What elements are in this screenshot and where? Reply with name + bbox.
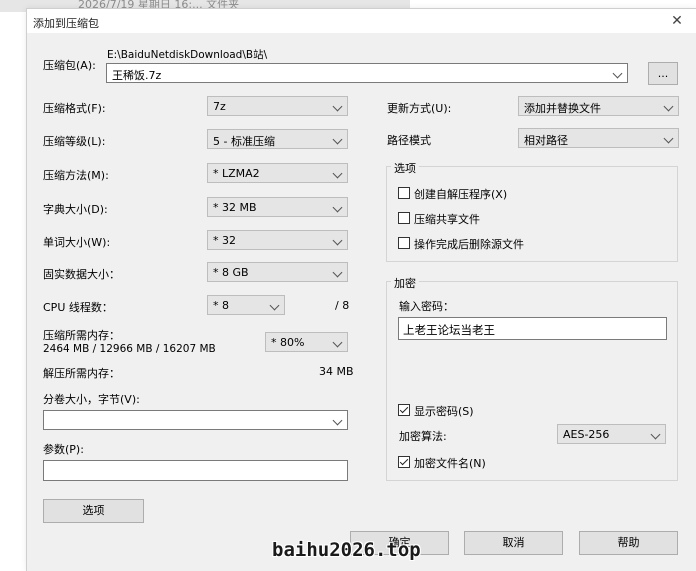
encrypt-names-checkbox-row[interactable]: 加密文件名(N) (398, 454, 598, 470)
word-label: 单词大小(W): (43, 236, 111, 249)
chevron-down-icon (332, 202, 343, 213)
mem-compress-label: 压缩所需内存： (43, 329, 120, 342)
chevron-down-icon (332, 337, 343, 348)
dict-label: 字典大小(D): (43, 203, 108, 216)
chevron-down-icon (612, 68, 623, 79)
delete-source-checkbox[interactable] (398, 237, 410, 249)
show-password-checkbox-row[interactable]: 显示密码(S) (398, 402, 598, 418)
threads-label: CPU 线程数： (43, 301, 113, 314)
dict-value: * 32 MB (213, 201, 257, 214)
solid-value: * 8 GB (213, 266, 249, 279)
chevron-down-icon (663, 101, 674, 112)
params-input[interactable] (43, 460, 348, 481)
archive-name-value: 王稀饭.7z (112, 69, 162, 82)
word-value: * 32 (213, 234, 236, 247)
level-select[interactable]: 5 - 标准压缩 (207, 129, 348, 149)
encryption-method-label: 加密算法: (399, 430, 447, 443)
encryption-group-title: 加密 (391, 275, 419, 291)
chevron-down-icon (332, 235, 343, 246)
update-value: 添加并替换文件 (524, 102, 601, 115)
solid-select[interactable]: * 8 GB (207, 262, 348, 282)
archive-label: 压缩包(A): (43, 59, 96, 72)
path-mode-select[interactable]: 相对路径 (518, 128, 679, 148)
mem-decompress-label: 解压所需内存： (43, 367, 120, 380)
watermark-text: baihu2026.top (272, 539, 421, 561)
update-label: 更新方式(U): (387, 102, 452, 115)
mem-compress-select[interactable]: * 80% (265, 332, 348, 352)
params-label: 参数(P): (43, 443, 84, 456)
path-mode-value: 相对路径 (524, 134, 568, 147)
delete-source-checkbox-row[interactable]: 操作完成后删除源文件 (398, 235, 638, 251)
chevron-down-icon (332, 101, 343, 112)
update-select[interactable]: 添加并替换文件 (518, 96, 679, 116)
dict-select[interactable]: * 32 MB (207, 197, 348, 217)
browse-button[interactable]: ... (648, 62, 678, 85)
cancel-button[interactable]: 取消 (464, 531, 563, 555)
encrypt-names-label: 加密文件名(N) (414, 457, 486, 470)
solid-label: 固实数据大小： (43, 268, 120, 281)
method-label: 压缩方法(M): (43, 169, 109, 182)
word-select[interactable]: * 32 (207, 230, 348, 250)
volume-combobox[interactable] (43, 410, 348, 430)
delete-source-checkbox-label: 操作完成后删除源文件 (414, 238, 524, 251)
method-value: * LZMA2 (213, 167, 260, 180)
level-value: 5 - 标准压缩 (213, 135, 275, 148)
show-password-label: 显示密码(S) (414, 405, 474, 418)
sfx-checkbox-label: 创建自解压程序(X) (414, 188, 508, 201)
threads-select[interactable]: * 8 (207, 295, 285, 315)
format-select[interactable]: 7z (207, 96, 348, 116)
encrypt-names-checkbox[interactable] (398, 456, 410, 468)
chevron-down-icon (663, 133, 674, 144)
format-label: 压缩格式(F): (43, 102, 106, 115)
mem-compress-detail: 2464 MB / 12966 MB / 16207 MB (43, 343, 216, 355)
help-button[interactable]: 帮助 (579, 531, 678, 555)
title-bar: 添加到压缩包 ✕ (27, 9, 696, 33)
chevron-down-icon (332, 168, 343, 179)
sfx-checkbox[interactable] (398, 187, 410, 199)
level-label: 压缩等级(L): (43, 135, 106, 148)
encryption-method-value: AES-256 (563, 428, 610, 441)
chevron-down-icon (269, 300, 280, 311)
volume-label: 分卷大小，字节(V): (43, 393, 140, 406)
chevron-down-icon (650, 429, 661, 440)
options-group-title: 选项 (391, 160, 419, 176)
mem-compress-value: * 80% (271, 336, 305, 349)
close-icon[interactable]: ✕ (667, 12, 687, 30)
password-value: 上老王论坛当老王 (403, 323, 495, 337)
dialog-title: 添加到压缩包 (33, 17, 99, 30)
shared-files-checkbox-label: 压缩共享文件 (414, 213, 480, 226)
add-to-archive-dialog: 添加到压缩包 ✕ 压缩包(A): E:\BaiduNetdiskDownload… (26, 8, 696, 571)
threads-value: * 8 (213, 299, 229, 312)
shared-files-checkbox-row[interactable]: 压缩共享文件 (398, 210, 598, 226)
chevron-down-icon (332, 267, 343, 278)
archive-name-combobox[interactable]: 王稀饭.7z (106, 63, 628, 83)
show-password-checkbox[interactable] (398, 404, 410, 416)
chevron-down-icon (332, 415, 343, 426)
path-mode-label: 路径模式 (387, 134, 431, 147)
shared-files-checkbox[interactable] (398, 212, 410, 224)
format-value: 7z (213, 100, 226, 113)
password-input[interactable]: 上老王论坛当老王 (398, 317, 667, 340)
chevron-down-icon (332, 134, 343, 145)
archive-path: E:\BaiduNetdiskDownload\B站\ (107, 49, 268, 61)
encryption-method-select[interactable]: AES-256 (557, 424, 666, 444)
mem-decompress-value: 34 MB (319, 365, 354, 378)
method-select[interactable]: * LZMA2 (207, 163, 348, 183)
threads-total: / 8 (335, 299, 350, 312)
options-button[interactable]: 选项 (43, 499, 144, 523)
sfx-checkbox-row[interactable]: 创建自解压程序(X) (398, 185, 598, 201)
password-label: 输入密码： (399, 300, 454, 313)
